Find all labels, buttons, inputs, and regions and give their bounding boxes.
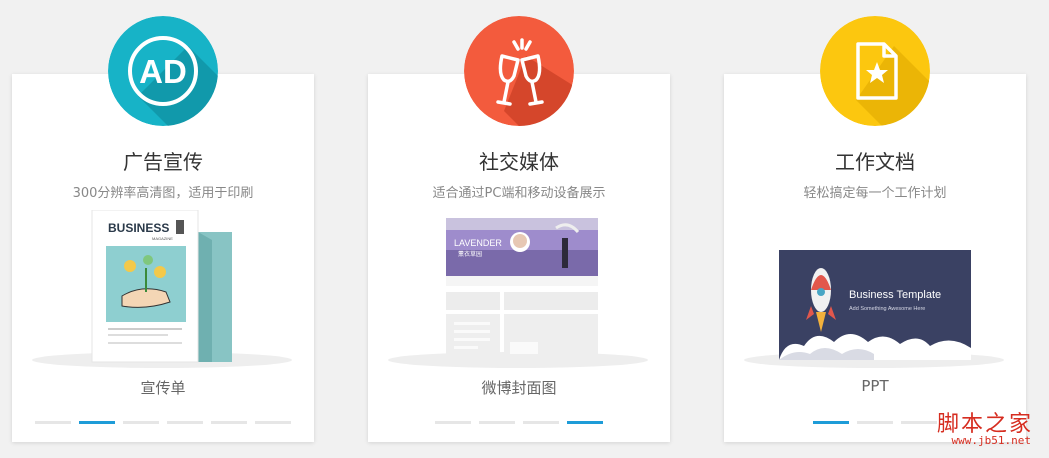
card-subtitle: 适合通过PC端和移动设备展示 — [432, 186, 606, 201]
ppt-subtitle-text: Add Something Awesome Here — [849, 306, 925, 312]
card-caption: PPT — [861, 377, 889, 395]
ad-icon-text: AD — [139, 53, 187, 90]
champagne-glasses-icon — [464, 16, 574, 126]
carousel-dot[interactable] — [255, 421, 291, 424]
carousel-dot[interactable] — [211, 421, 247, 424]
card-advertising[interactable]: AD 广告宣传 300分辨率高清图，适用于印刷 BUSINESS MAGAZIN… — [12, 16, 314, 442]
carousel-pagination — [12, 421, 314, 424]
cover-title-text: LAVENDER — [454, 238, 502, 248]
flyer-title-text: BUSINESS — [108, 221, 169, 235]
carousel-dot-active[interactable] — [813, 421, 849, 424]
carousel-dot[interactable] — [123, 421, 159, 424]
watermark-url-text: www.jb51.net — [951, 434, 1031, 447]
cover-subtitle-text: 薰衣草园 — [458, 250, 482, 258]
card-title: 工作文档 — [835, 150, 915, 174]
ppt-preview-image: Business Template Add Something Awesome … — [724, 210, 1026, 370]
card-subtitle: 300分辨率高清图，适用于印刷 — [72, 186, 254, 201]
card-caption: 宣传单 — [140, 379, 186, 397]
carousel-dot[interactable] — [523, 421, 559, 424]
carousel-dot[interactable] — [479, 421, 515, 424]
flyer-preview-image: BUSINESS MAGAZINE — [12, 209, 314, 370]
card-social-media[interactable]: 社交媒体 适合通过PC端和移动设备展示 LAVENDER 薰衣草园 微博封面图 — [368, 16, 670, 442]
carousel-dot[interactable] — [167, 421, 203, 424]
carousel-dot-active[interactable] — [567, 421, 603, 424]
star-document-icon — [820, 16, 930, 126]
ad-icon: AD — [108, 16, 218, 126]
carousel-dot[interactable] — [435, 421, 471, 424]
carousel-pagination — [368, 421, 670, 424]
card-title: 社交媒体 — [479, 150, 559, 174]
card-caption: 微博封面图 — [481, 379, 557, 397]
card-title: 广告宣传 — [123, 150, 203, 174]
carousel-dot[interactable] — [35, 421, 71, 424]
card-subtitle: 轻松搞定每一个工作计划 — [803, 186, 947, 201]
ppt-title-text: Business Template — [849, 289, 941, 301]
card-work-documents[interactable]: 工作文档 轻松搞定每一个工作计划 Business Template Add S… — [724, 16, 1026, 442]
carousel-dot[interactable] — [857, 421, 893, 424]
weibo-cover-preview-image: LAVENDER 薰衣草园 — [368, 210, 670, 370]
carousel-dot-active[interactable] — [79, 421, 115, 424]
site-watermark: 脚本之家 www.jb51.net — [913, 406, 1033, 447]
flyer-subtitle-text: MAGAZINE — [152, 236, 173, 241]
